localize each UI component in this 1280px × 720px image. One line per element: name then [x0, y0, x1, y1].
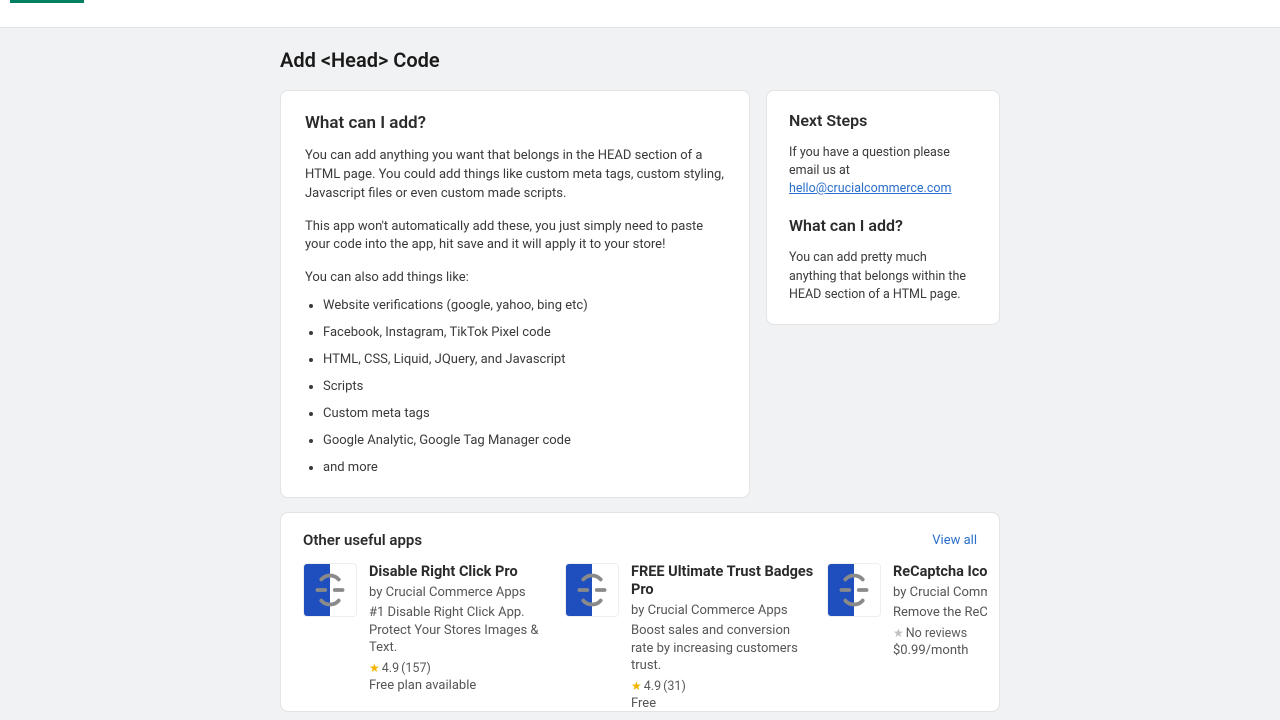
list-item: HTML, CSS, Liquid, JQuery, and Javascrip… [323, 352, 725, 367]
side-heading-1: Next Steps [789, 111, 977, 130]
list-item: Google Analytic, Google Tag Manager code [323, 433, 725, 448]
list-item: Facebook, Instagram, TikTok Pixel code [323, 325, 725, 340]
app-rating: ★ No reviews [893, 626, 987, 641]
app-desc: Remove the ReCaptcha from the Bottom of … [893, 604, 987, 622]
app-icon [303, 563, 357, 617]
app-card[interactable]: ReCaptcha Icon by Crucial Commerce Apps … [827, 563, 987, 711]
other-apps-card: Other useful apps View all Disable Right… [280, 512, 1000, 712]
next-steps-card: Next Steps If you have a question please… [766, 90, 1000, 325]
support-email-link[interactable]: hello@crucialcommerce.com [789, 181, 951, 196]
side-intro-text: If you have a question please email us a… [789, 145, 950, 178]
app-icon [827, 563, 881, 617]
page-body: Add <Head> Code What can I add? You can … [0, 28, 1280, 720]
main-paragraph-1: You can add anything you want that belon… [305, 147, 725, 204]
app-name: Disable Right Click Pro [369, 563, 553, 581]
app-rating: ★ 4.9 (31) [631, 679, 815, 694]
rating-value: 4.9 [644, 679, 661, 694]
view-all-link[interactable]: View all [932, 533, 977, 548]
examples-list: Website verifications (google, yahoo, bi… [305, 298, 725, 475]
main-heading: What can I add? [305, 113, 725, 133]
main-paragraph-2: This app won't automatically add these, … [305, 218, 725, 256]
side-heading-2: What can I add? [789, 216, 977, 235]
app-price: Free [631, 696, 815, 711]
list-item: and more [323, 460, 725, 475]
app-desc: #1 Disable Right Click App. Protect Your… [369, 604, 553, 657]
star-icon: ★ [893, 626, 904, 640]
app-rating: ★ 4.9 (157) [369, 661, 553, 676]
top-bar [0, 0, 1280, 28]
star-icon: ★ [369, 661, 380, 675]
star-icon: ★ [631, 679, 642, 693]
app-by: by Crucial Commerce Apps [631, 603, 815, 618]
progress-indicator [10, 0, 84, 3]
app-price: $0.99/month [893, 643, 987, 658]
app-card[interactable]: Disable Right Click Pro by Crucial Comme… [303, 563, 553, 711]
app-name: ReCaptcha Icon [893, 563, 987, 581]
list-item: Website verifications (google, yahoo, bi… [323, 298, 725, 313]
what-can-i-add-card: What can I add? You can add anything you… [280, 90, 750, 498]
app-icon [565, 563, 619, 617]
app-card[interactable]: FREE Ultimate Trust Badges Pro by Crucia… [565, 563, 815, 711]
app-price: Free plan available [369, 678, 553, 693]
other-apps-heading: Other useful apps [303, 531, 422, 549]
main-paragraph-3: You can also add things like: [305, 269, 725, 288]
app-by: by Crucial Commerce Apps [893, 585, 987, 600]
no-reviews-label: No reviews [906, 626, 967, 641]
side-body-2: You can add pretty much anything that be… [789, 249, 977, 303]
app-desc: Boost sales and conversion rate by incre… [631, 622, 815, 675]
rating-value: 4.9 [382, 661, 399, 676]
side-question-intro: If you have a question please email us a… [789, 144, 977, 198]
rating-count: (31) [663, 679, 686, 694]
rating-count: (157) [401, 661, 431, 676]
app-by: by Crucial Commerce Apps [369, 585, 553, 600]
app-name: FREE Ultimate Trust Badges Pro [631, 563, 815, 599]
page-title: Add <Head> Code [280, 48, 1000, 72]
list-item: Custom meta tags [323, 406, 725, 421]
list-item: Scripts [323, 379, 725, 394]
